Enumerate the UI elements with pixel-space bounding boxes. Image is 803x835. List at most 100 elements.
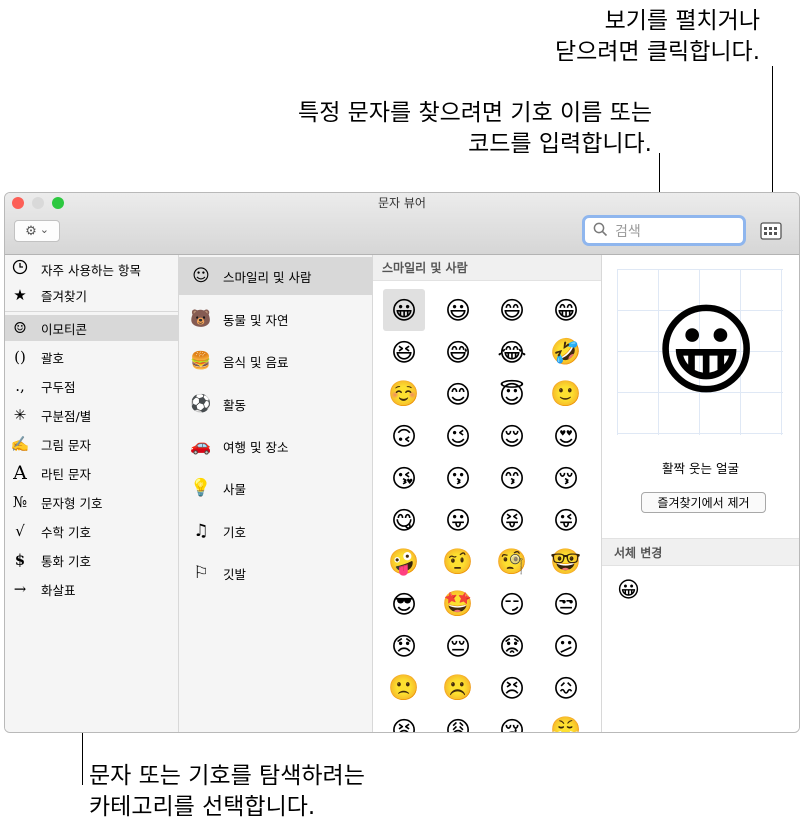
letter-a-icon: A (13, 462, 27, 484)
emoji-cell[interactable]: 😣 (491, 667, 533, 709)
sidebar-item-bullets-stars[interactable]: ✳ 구분점/별 (5, 402, 179, 428)
character-viewer-window: 문자 뷰어 ⚙ ⌄ 자주 사용하는 항목 (4, 192, 800, 733)
grid-section-header: 스마일리 및 사람 (373, 255, 601, 281)
subcategory-label: 동물 및 자연 (223, 312, 289, 328)
sidebar-item-emoji[interactable]: ☺ 이모티콘 (5, 315, 179, 341)
callout-search-line1: 특정 문자를 찾으려면 기호 이름 또는 (298, 100, 652, 126)
clock-icon (7, 259, 33, 279)
emoji-cell[interactable]: ☺️ (383, 373, 425, 415)
emoji-cell[interactable]: 😩 (437, 709, 479, 733)
search-field[interactable] (582, 215, 746, 246)
sidebar-item-latin[interactable]: A 라틴 문자 (5, 460, 179, 486)
subcategory-symbols[interactable]: ♫ 기호 (179, 512, 372, 550)
emoji-cell[interactable]: 😢 (491, 709, 533, 733)
subcategory-objects[interactable]: 💡 사물 (179, 469, 372, 507)
subcategory-smileys-people[interactable]: ☺ 스마일리 및 사람 (179, 257, 372, 295)
emoji-cell[interactable]: 😒 (545, 583, 587, 625)
sidebar-item-arrows[interactable]: → 화살표 (5, 576, 179, 602)
emoji-cell[interactable]: 🙁 (383, 667, 425, 709)
emoji-cell[interactable]: 😕 (545, 625, 587, 667)
emoji-cell[interactable]: 😞 (383, 625, 425, 667)
sidebar-item-label: 구분점/별 (41, 408, 92, 424)
sidebar-item-brackets[interactable]: () 괄호 (5, 344, 179, 370)
emoji-cell[interactable]: 🙃 (383, 415, 425, 457)
callout-categories-line2: 카테고리를 선택합니다. (89, 794, 316, 820)
emoji-cell[interactable]: 😗 (437, 457, 479, 499)
emoji-cell[interactable]: 😅 (437, 331, 479, 373)
emoji-cell[interactable]: 😎 (383, 583, 425, 625)
emoji-cell[interactable]: 😌 (491, 415, 533, 457)
title-bar: 문자 뷰어 ⚙ ⌄ (5, 193, 799, 255)
numero-icon: № (12, 493, 28, 511)
emoji-cell[interactable]: 🙂 (545, 373, 587, 415)
sidebar-item-label: 통화 기호 (41, 553, 91, 569)
emoji-cell[interactable]: 😁 (545, 289, 587, 331)
emoji-cell[interactable]: 😇 (491, 373, 533, 415)
emoji-cell[interactable]: 😀 (383, 289, 425, 331)
action-menu-button[interactable]: ⚙ ⌄ (14, 220, 60, 242)
subcategory-food-drink[interactable]: 🍔 음식 및 음료 (179, 342, 372, 380)
sidebar-item-punctuation[interactable]: ., 구두점 (5, 373, 179, 399)
emoji-cell[interactable]: 🤩 (437, 583, 479, 625)
callout-view-toggle: 보기를 펼치거나 닫으려면 클릭합니다. (555, 6, 760, 68)
emoji-cell[interactable]: 😄 (491, 289, 533, 331)
gear-icon: ⚙ (25, 223, 37, 239)
sidebar-item-currency[interactable]: $ 통화 기호 (5, 547, 179, 573)
remove-from-favorites-button[interactable]: 즐겨찾기에서 제거 (641, 492, 766, 513)
emoji-cell[interactable]: 🤓 (545, 541, 587, 583)
emoji-cell[interactable]: 😔 (437, 625, 479, 667)
subcategory-label: 기호 (223, 524, 247, 540)
subcategory-animals-nature[interactable]: 🐻 동물 및 자연 (179, 300, 372, 338)
character-grid-panel: 스마일리 및 사람 😀 😃 😄 😁 😆 😅 😂 🤣 ☺️ 😊 😇 🙂 🙃 😉 😌 😍 😘 😗 😙 😚 😋 😛 😝 😜 🤪 🤨 🧐 🤓 😎… (373, 255, 602, 733)
magnifying-glass-icon (593, 222, 608, 241)
emoji-cell[interactable]: 😏 (491, 583, 533, 625)
view-toggle-button[interactable] (760, 221, 782, 241)
preview-emoji: 😀 (654, 292, 759, 409)
search-input[interactable] (613, 221, 737, 243)
car-icon: 🚗 (190, 436, 212, 456)
emoji-cell[interactable]: 😋 (383, 499, 425, 541)
font-variation-header: 서체 변경 (602, 538, 799, 566)
sidebar-item-favorites[interactable]: ★ 즐겨찾기 (5, 282, 179, 308)
writing-hand-icon: ✍ (10, 435, 30, 453)
emoji-cell[interactable]: 😫 (383, 709, 425, 733)
emoji-cell[interactable]: 🧐 (491, 541, 533, 583)
emoji-cell[interactable]: 😆 (383, 331, 425, 373)
callout-categories: 문자 또는 기호를 탐색하려는 카테고리를 선택합니다. (89, 761, 365, 823)
emoji-cell[interactable]: 😍 (545, 415, 587, 457)
emoji-cell[interactable]: 😂 (491, 331, 533, 373)
emoji-cell[interactable]: 😃 (437, 289, 479, 331)
emoji-cell[interactable]: 😖 (545, 667, 587, 709)
emoji-cell[interactable]: 😤 (545, 709, 587, 732)
subcategory-label: 여행 및 장소 (223, 439, 289, 455)
subcategory-list: ☺ 스마일리 및 사람 🐻 동물 및 자연 🍔 음식 및 음료 ⚽ 활동 🚗 여… (179, 255, 373, 732)
emoji-cell[interactable]: 😊 (437, 373, 479, 415)
subcategory-travel-places[interactable]: 🚗 여행 및 장소 (179, 427, 372, 465)
emoji-cell[interactable]: 😉 (437, 415, 479, 457)
sidebar-item-label: 수학 기호 (41, 524, 91, 540)
emoji-cell[interactable]: 🤨 (437, 541, 479, 583)
emoji-cell[interactable]: 😟 (491, 625, 533, 667)
subcategory-label: 음식 및 음료 (223, 354, 289, 370)
emoji-cell[interactable]: 😝 (491, 499, 533, 541)
punctuation-icon: ., (15, 377, 25, 395)
subcategory-activity[interactable]: ⚽ 활동 (179, 385, 372, 423)
emoji-cell[interactable]: 🤪 (383, 541, 425, 583)
subcategory-flags[interactable]: ⚐ 깃발 (179, 554, 372, 592)
sidebar-item-pictographs[interactable]: ✍ 그림 문자 (5, 431, 179, 457)
star-icon: ★ (13, 286, 27, 304)
emoji-cell[interactable]: 😛 (437, 499, 479, 541)
emoji-cell[interactable]: 😘 (383, 457, 425, 499)
emoji-cell[interactable]: 😚 (545, 457, 587, 499)
sidebar-item-frequently-used[interactable]: 자주 사용하는 항목 (5, 256, 179, 282)
chevron-down-icon: ⌄ (39, 222, 49, 236)
sidebar-item-math[interactable]: √ 수학 기호 (5, 518, 179, 544)
emoji-cell[interactable]: 😙 (491, 457, 533, 499)
emoji-cell[interactable]: 😜 (545, 499, 587, 541)
font-variation-item[interactable]: 😀 (617, 578, 640, 603)
emoji-cell[interactable]: 🤣 (545, 331, 587, 373)
sidebar-item-letterlike[interactable]: № 문자형 기호 (5, 489, 179, 515)
emoji-cell[interactable]: ☹️ (437, 667, 479, 709)
subcategory-label: 활동 (223, 397, 247, 413)
sidebar-item-label: 구두점 (41, 379, 76, 395)
